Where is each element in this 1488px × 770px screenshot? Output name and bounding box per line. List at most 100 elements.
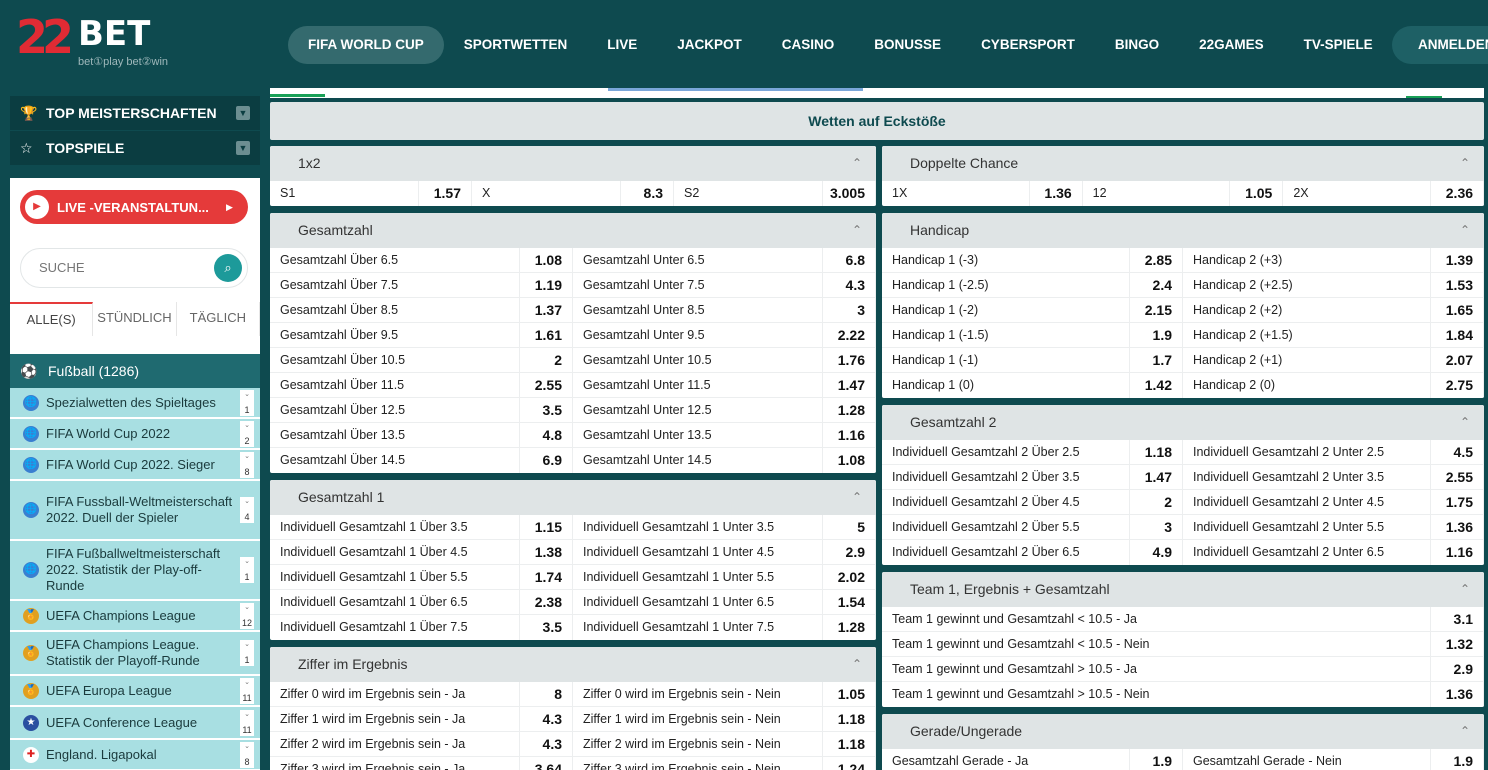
bet-odds[interactable]: 3.1	[1430, 607, 1484, 631]
bet-odds[interactable]: 4.8	[519, 423, 573, 447]
collapse-icon[interactable]: ⌃	[1460, 714, 1470, 749]
nav-item[interactable]: BINGO	[1095, 26, 1179, 64]
bet-option[interactable]: Individuell Gesamtzahl 1 Über 6.5 2.38	[270, 590, 573, 614]
bet-option[interactable]: Gesamtzahl Über 10.5 2	[270, 348, 573, 372]
bet-odds[interactable]: 1.9	[1430, 749, 1484, 770]
bet-option[interactable]: Individuell Gesamtzahl 1 Über 3.5 1.15	[270, 515, 573, 539]
bet-odds[interactable]: 1.08	[519, 248, 573, 272]
bet-odds[interactable]: 1.65	[1430, 298, 1484, 322]
bet-option[interactable]: S1 1.57	[270, 181, 472, 206]
sport-football[interactable]: ⚽ Fußball (1286)	[10, 354, 260, 388]
bet-option[interactable]: Individuell Gesamtzahl 1 Unter 3.5 5	[573, 515, 876, 539]
collapse-icon[interactable]: ⌃	[852, 146, 862, 181]
bet-option[interactable]: Handicap 2 (+1) 2.07	[1183, 348, 1484, 372]
bet-option[interactable]: Team 1 gewinnt und Gesamtzahl > 10.5 - N…	[882, 682, 1484, 707]
nav-item[interactable]: SPORTWETTEN	[444, 26, 588, 64]
bet-odds[interactable]: 2.55	[1430, 465, 1484, 489]
bet-odds[interactable]: 2.22	[822, 323, 876, 347]
bet-option[interactable]: Handicap 2 (+2.5) 1.53	[1183, 273, 1484, 297]
league-count[interactable]: ⌄ 1	[240, 389, 254, 416]
nav-item[interactable]: JACKPOT	[657, 26, 762, 64]
bet-option[interactable]: X 8.3	[472, 181, 674, 206]
sidebar-league-item[interactable]: 🏅 UEFA Europa League ⌄ 11	[10, 676, 260, 707]
bet-option[interactable]: Ziffer 2 wird im Ergebnis sein - Ja 4.3	[270, 732, 573, 756]
bet-option[interactable]: Individuell Gesamtzahl 2 Über 4.5 2	[882, 490, 1183, 514]
bet-odds[interactable]: 3.64	[519, 757, 573, 770]
bet-option[interactable]: Gesamtzahl Unter 14.5 1.08	[573, 448, 876, 473]
sidebar-league-item[interactable]: 🌐 FIFA Fußballweltmeisterschaft 2022. Sta…	[10, 541, 260, 601]
bet-option[interactable]: Handicap 1 (0) 1.42	[882, 373, 1183, 398]
league-count[interactable]: ⌄ 1	[240, 557, 254, 583]
collapse-icon[interactable]: ⌃	[1460, 213, 1470, 248]
chevron-down-icon[interactable]: ▼	[236, 106, 250, 120]
bet-odds[interactable]: 3.5	[519, 615, 573, 640]
bet-option[interactable]: Gesamtzahl Über 9.5 1.61	[270, 323, 573, 347]
bet-odds[interactable]: 1.47	[1129, 465, 1183, 489]
bet-option[interactable]: Individuell Gesamtzahl 1 Über 5.5 1.74	[270, 565, 573, 589]
bet-option[interactable]: Ziffer 0 wird im Ergebnis sein - Nein 1.0…	[573, 682, 876, 706]
bet-odds[interactable]: 4.3	[822, 273, 876, 297]
league-count[interactable]: ⌄ 4	[240, 497, 254, 523]
bet-odds[interactable]: 1.75	[1430, 490, 1484, 514]
bet-odds[interactable]: 1.76	[822, 348, 876, 372]
bet-option[interactable]: Individuell Gesamtzahl 2 Unter 4.5 1.75	[1183, 490, 1484, 514]
market-header[interactable]: Handicap ⌃	[882, 213, 1484, 248]
bet-option[interactable]: Handicap 1 (-2) 2.15	[882, 298, 1183, 322]
bet-option[interactable]: Handicap 1 (-1) 1.7	[882, 348, 1183, 372]
nav-item[interactable]: FIFA WORLD CUP	[288, 26, 444, 64]
bet-option[interactable]: Gesamtzahl Über 6.5 1.08	[270, 248, 573, 272]
search-icon[interactable]: ⌕	[214, 254, 242, 282]
bet-option[interactable]: Gesamtzahl Unter 7.5 4.3	[573, 273, 876, 297]
bet-odds[interactable]: 8	[519, 682, 573, 706]
bet-option[interactable]: S2 3.005	[674, 181, 876, 206]
bet-odds[interactable]: 1.38	[519, 540, 573, 564]
nav-item[interactable]: CYBERSPORT	[961, 26, 1095, 64]
sidebar-league-item[interactable]: 🌐 FIFA Fussball-Weltmeisterschaft 2022. D…	[10, 481, 260, 541]
bet-option[interactable]: Gesamtzahl Unter 11.5 1.47	[573, 373, 876, 397]
top-championships-header[interactable]: 🏆 TOP MEISTERSCHAFTEN ▼	[10, 96, 260, 131]
sidebar-league-item[interactable]: 🌐 Spezialwetten des Spieltages ⌄ 1	[10, 388, 260, 419]
bet-odds[interactable]: 1.24	[822, 757, 876, 770]
nav-item[interactable]: BONUSSE	[854, 26, 961, 64]
market-header[interactable]: Gesamtzahl 2 ⌃	[882, 405, 1484, 440]
sidebar-league-item[interactable]: 🏅 UEFA Champions League. Statistik der Pl…	[10, 632, 260, 676]
bet-option[interactable]: Gesamtzahl Unter 9.5 2.22	[573, 323, 876, 347]
market-header[interactable]: 1x2 ⌃	[270, 146, 876, 181]
bet-option[interactable]: Ziffer 3 wird im Ergebnis sein - Ja 3.64	[270, 757, 573, 770]
bet-option[interactable]: Team 1 gewinnt und Gesamtzahl < 10.5 - J…	[882, 607, 1484, 631]
sidebar-league-item[interactable]: ✚ England. Ligapokal ⌄ 8	[10, 740, 260, 770]
bet-option[interactable]: Gesamtzahl Unter 13.5 1.16	[573, 423, 876, 447]
bet-option[interactable]: 12 1.05	[1083, 181, 1284, 206]
bet-odds[interactable]: 1.18	[822, 707, 876, 731]
league-count[interactable]: ⌄ 11	[240, 677, 254, 704]
bet-option[interactable]: Ziffer 2 wird im Ergebnis sein - Nein 1.1…	[573, 732, 876, 756]
bet-option[interactable]: Individuell Gesamtzahl 2 Über 3.5 1.47	[882, 465, 1183, 489]
collapse-icon[interactable]: ⌃	[1460, 146, 1470, 181]
live-events-button[interactable]: ▶ LIVE -VERANSTALTUN... ▶	[20, 190, 248, 224]
bet-option[interactable]: Individuell Gesamtzahl 1 Unter 5.5 2.02	[573, 565, 876, 589]
bet-option[interactable]: Team 1 gewinnt und Gesamtzahl > 10.5 - J…	[882, 657, 1484, 681]
bet-odds[interactable]: 2.55	[519, 373, 573, 397]
nav-item[interactable]: 22GAMES	[1179, 26, 1284, 64]
collapse-icon[interactable]: ⌃	[1460, 572, 1470, 607]
bet-option[interactable]: Individuell Gesamtzahl 1 Unter 6.5 1.54	[573, 590, 876, 614]
sidebar-league-item[interactable]: 🏅 UEFA Champions League ⌄ 12	[10, 601, 260, 632]
bet-odds[interactable]: 2.9	[1430, 657, 1484, 681]
logo[interactable]: 22 BET bet①play bet②win	[16, 14, 196, 74]
bet-option[interactable]: Individuell Gesamtzahl 1 Über 7.5 3.5	[270, 615, 573, 640]
tab[interactable]: STÜNDLICH	[93, 302, 177, 336]
bet-option[interactable]: Gesamtzahl Gerade - Nein 1.9	[1183, 749, 1484, 770]
bet-option[interactable]: Individuell Gesamtzahl 1 Unter 7.5 1.28	[573, 615, 876, 640]
bet-option[interactable]: 1X 1.36	[882, 181, 1083, 206]
bet-option[interactable]: Handicap 2 (+2) 1.65	[1183, 298, 1484, 322]
bet-odds[interactable]: 1.05	[1229, 181, 1284, 206]
bet-odds[interactable]: 1.15	[519, 515, 573, 539]
market-header[interactable]: Gesamtzahl ⌃	[270, 213, 876, 248]
market-header[interactable]: Doppelte Chance ⌃	[882, 146, 1484, 181]
bet-odds[interactable]: 1.36	[1430, 515, 1484, 539]
bet-option[interactable]: Gesamtzahl Unter 10.5 1.76	[573, 348, 876, 372]
market-header[interactable]: Gerade/Ungerade ⌃	[882, 714, 1484, 749]
bet-odds[interactable]: 2.07	[1430, 348, 1484, 372]
league-count[interactable]: ⌄ 1	[240, 640, 254, 666]
bet-odds[interactable]: 1.28	[822, 398, 876, 422]
